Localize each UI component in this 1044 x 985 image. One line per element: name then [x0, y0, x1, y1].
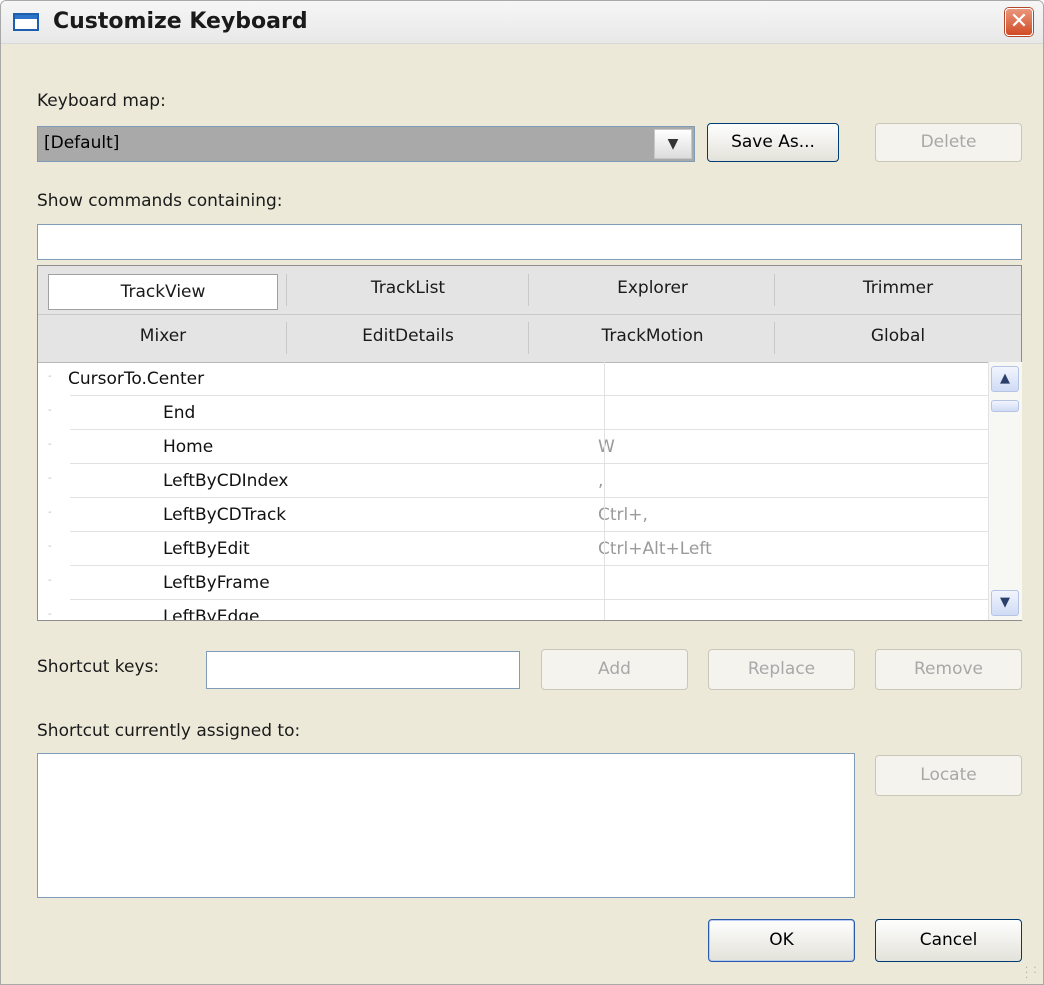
tab-global[interactable]: Global: [775, 314, 1021, 362]
scroll-up-icon[interactable]: ▲: [991, 366, 1019, 392]
scroll-thumb[interactable]: [991, 400, 1019, 412]
tab-divider: [528, 322, 529, 354]
tab-trimmer[interactable]: Trimmer: [775, 266, 1021, 314]
tab-row-divider: [38, 314, 1021, 315]
cancel-button[interactable]: Cancel: [875, 919, 1022, 962]
list-item[interactable]: - LeftByCDIndex ,: [38, 464, 988, 498]
delete-button[interactable]: Delete: [875, 123, 1022, 162]
commands-list[interactable]: - CursorTo.Center - End - Home W - LeftB…: [38, 362, 988, 620]
list-item[interactable]: - LeftByEdge: [38, 600, 988, 620]
tab-mixer[interactable]: Mixer: [38, 314, 288, 362]
filter-input[interactable]: [37, 224, 1022, 260]
bullet-icon: -: [48, 439, 52, 450]
filter-label: Show commands containing:: [37, 191, 283, 211]
title-bar: Customize Keyboard ✕: [1, 1, 1043, 44]
bullet-icon: -: [48, 371, 52, 382]
commands-panel: TrackView TrackList Explorer Trimmer Mix…: [37, 265, 1022, 621]
tab-tracklist[interactable]: TrackList: [288, 266, 528, 314]
command-name: Home: [163, 437, 214, 457]
bullet-icon: -: [48, 541, 52, 552]
save-as-button[interactable]: Save As...: [707, 123, 839, 162]
tab-trackmotion[interactable]: TrackMotion: [530, 314, 775, 362]
command-name: LeftByFrame: [163, 573, 270, 593]
shortcut-keys-input[interactable]: [206, 651, 520, 689]
tab-divider: [774, 274, 775, 306]
command-shortcut: Ctrl+Alt+Left: [598, 539, 712, 559]
command-name: LeftByEdge: [163, 607, 260, 620]
replace-button[interactable]: Replace: [708, 649, 855, 690]
column-divider: [604, 362, 605, 620]
tab-divider: [286, 322, 287, 354]
list-item[interactable]: - CursorTo.Center: [38, 362, 988, 396]
tab-trackview[interactable]: TrackView: [48, 274, 278, 310]
add-button[interactable]: Add: [541, 649, 688, 690]
list-item[interactable]: - LeftByEdit Ctrl+Alt+Left: [38, 532, 988, 566]
tab-editdetails[interactable]: EditDetails: [288, 314, 528, 362]
list-item[interactable]: - End: [38, 396, 988, 430]
assigned-list[interactable]: [37, 753, 855, 898]
command-name: End: [163, 403, 196, 423]
keyboard-map-label: Keyboard map:: [37, 91, 166, 111]
tab-explorer[interactable]: Explorer: [530, 266, 775, 314]
tab-divider: [286, 274, 287, 306]
bullet-icon: -: [48, 405, 52, 416]
window-icon: [13, 13, 39, 31]
keyboard-map-select[interactable]: [Default] ▼: [37, 126, 695, 162]
command-name: LeftByCDTrack: [163, 505, 287, 525]
tab-divider: [528, 274, 529, 306]
tab-divider: [774, 322, 775, 354]
bullet-icon: -: [48, 507, 52, 518]
locate-button[interactable]: Locate: [875, 755, 1022, 796]
shortcut-keys-label: Shortcut keys:: [37, 657, 160, 677]
bullet-icon: -: [48, 575, 52, 586]
keyboard-map-value: [Default]: [44, 133, 120, 153]
ok-button[interactable]: OK: [708, 919, 855, 962]
command-shortcut: Ctrl+,: [598, 505, 648, 525]
list-item[interactable]: - LeftByCDTrack Ctrl+,: [38, 498, 988, 532]
command-name: LeftByEdit: [163, 539, 250, 559]
close-icon: ✕: [1009, 9, 1029, 34]
list-item[interactable]: - Home W: [38, 430, 988, 464]
command-shortcut: ,: [598, 471, 604, 491]
chevron-down-icon[interactable]: ▼: [654, 129, 692, 159]
resize-grip-icon[interactable]: · · · · ·: [1025, 964, 1039, 984]
list-item[interactable]: - LeftByFrame: [38, 566, 988, 600]
assigned-label: Shortcut currently assigned to:: [37, 721, 301, 741]
vertical-scrollbar[interactable]: ▲ ▼: [988, 362, 1022, 620]
remove-button[interactable]: Remove: [875, 649, 1022, 690]
command-shortcut: W: [598, 437, 615, 457]
customize-keyboard-dialog: Customize Keyboard ✕ Keyboard map: [Defa…: [0, 0, 1044, 985]
close-button[interactable]: ✕: [1005, 8, 1033, 36]
command-name: CursorTo.Center: [68, 369, 205, 389]
bullet-icon: -: [48, 609, 52, 620]
scroll-down-icon[interactable]: ▼: [991, 590, 1019, 616]
category-tabs: TrackView TrackList Explorer Trimmer Mix…: [38, 266, 1021, 363]
command-name: LeftByCDIndex: [163, 471, 289, 491]
bullet-icon: -: [48, 473, 52, 484]
dialog-title: Customize Keyboard: [53, 9, 308, 34]
